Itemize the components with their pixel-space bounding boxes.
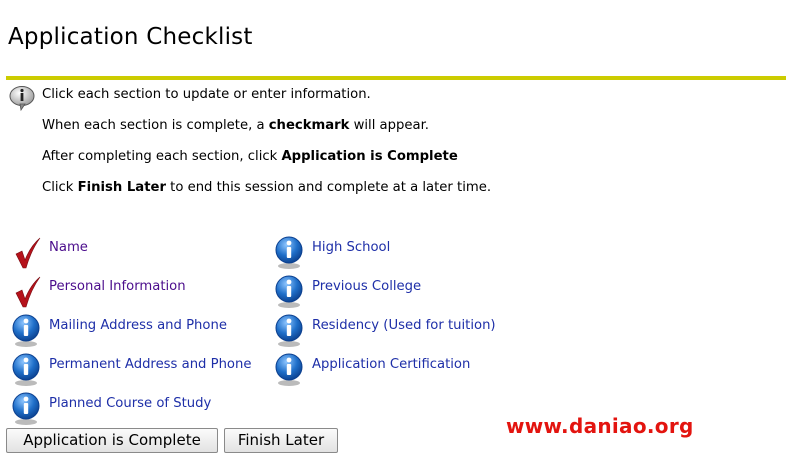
checklist-item[interactable]: Residency (Used for tuition) — [274, 314, 534, 347]
page-title: Application Checklist — [8, 24, 253, 50]
checklist-item-link[interactable]: Application Certification — [312, 357, 470, 372]
info-icon — [275, 353, 303, 386]
instruction-line-4: Click Finish Later to end this session a… — [42, 180, 492, 195]
checklist-item[interactable]: Name — [11, 236, 271, 269]
checkmark-icon — [15, 237, 41, 269]
checklist-item[interactable]: Previous College — [274, 275, 534, 308]
checklist-item-link[interactable]: Mailing Address and Phone — [49, 318, 227, 333]
checklist-item[interactable]: High School — [274, 236, 534, 269]
checklist-item-link[interactable]: Name — [49, 240, 88, 255]
checkmark-icon — [15, 276, 41, 308]
info-bubble-icon — [9, 86, 35, 112]
info-icon — [275, 275, 303, 308]
info-icon — [12, 392, 40, 425]
title-divider — [6, 76, 786, 80]
checklist-item[interactable]: Permanent Address and Phone — [11, 353, 271, 386]
checklist-item-link[interactable]: Previous College — [312, 279, 421, 294]
instruction-line-1: Click each section to update or enter in… — [42, 87, 371, 102]
info-icon — [12, 353, 40, 386]
watermark: www.daniao.org — [506, 414, 694, 438]
finish-later-button[interactable]: Finish Later — [224, 428, 338, 453]
checklist-item[interactable]: Mailing Address and Phone — [11, 314, 271, 347]
checklist-item-link[interactable]: Personal Information — [49, 279, 186, 294]
application-complete-button[interactable]: Application is Complete — [6, 428, 218, 453]
checklist-item[interactable]: Planned Course of Study — [11, 392, 271, 425]
checklist-item-link[interactable]: Permanent Address and Phone — [49, 357, 251, 372]
checklist-item[interactable]: Application Certification — [274, 353, 534, 386]
info-icon — [275, 236, 303, 269]
info-icon — [12, 314, 40, 347]
checklist-item-link[interactable]: High School — [312, 240, 390, 255]
instruction-line-3: After completing each section, click App… — [42, 149, 458, 164]
checklist-item-link[interactable]: Planned Course of Study — [49, 396, 211, 411]
info-icon — [275, 314, 303, 347]
instruction-line-2: When each section is complete, a checkma… — [42, 118, 429, 133]
checklist-item-link[interactable]: Residency (Used for tuition) — [312, 318, 496, 333]
checklist-item[interactable]: Personal Information — [11, 275, 271, 308]
